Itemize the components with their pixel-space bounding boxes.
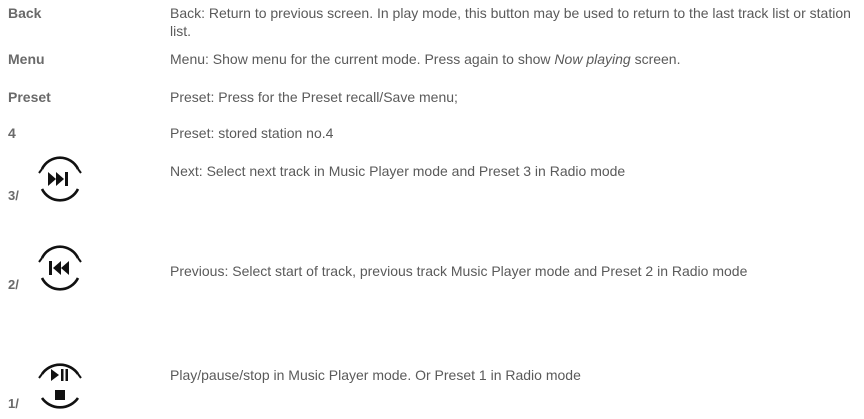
play-pause-stop-icon (34, 356, 86, 419)
preset-3-label: 3/ (8, 188, 19, 203)
menu-description-tail: screen. (630, 51, 681, 67)
next-track-icon (34, 155, 86, 206)
preset-4-description: Preset: stored station no.4 (170, 125, 334, 141)
preset-label: Preset (8, 89, 51, 105)
menu-description-text: Menu: Show menu for the current mode. Pr… (170, 51, 555, 67)
back-description: Back: Return to previous screen. In play… (170, 5, 851, 39)
preset-1-label: 1/ (8, 396, 19, 411)
preset-2-label: 2/ (8, 277, 19, 292)
back-label: Back (8, 5, 42, 21)
play-description: Play/pause/stop in Music Player mode. Or… (170, 367, 581, 383)
menu-description: Menu: Show menu for the current mode. Pr… (170, 50, 860, 68)
menu-label: Menu (8, 51, 45, 67)
previous-description: Previous: Select start of track, previou… (170, 263, 748, 279)
preset-description: Preset: Press for the Preset recall/Save… (170, 89, 458, 105)
preset-4-label: 4 (8, 125, 16, 141)
previous-track-icon (34, 244, 86, 295)
now-playing-emphasis: Now playing (554, 51, 631, 67)
next-description: Next: Select next track in Music Player … (170, 163, 626, 179)
